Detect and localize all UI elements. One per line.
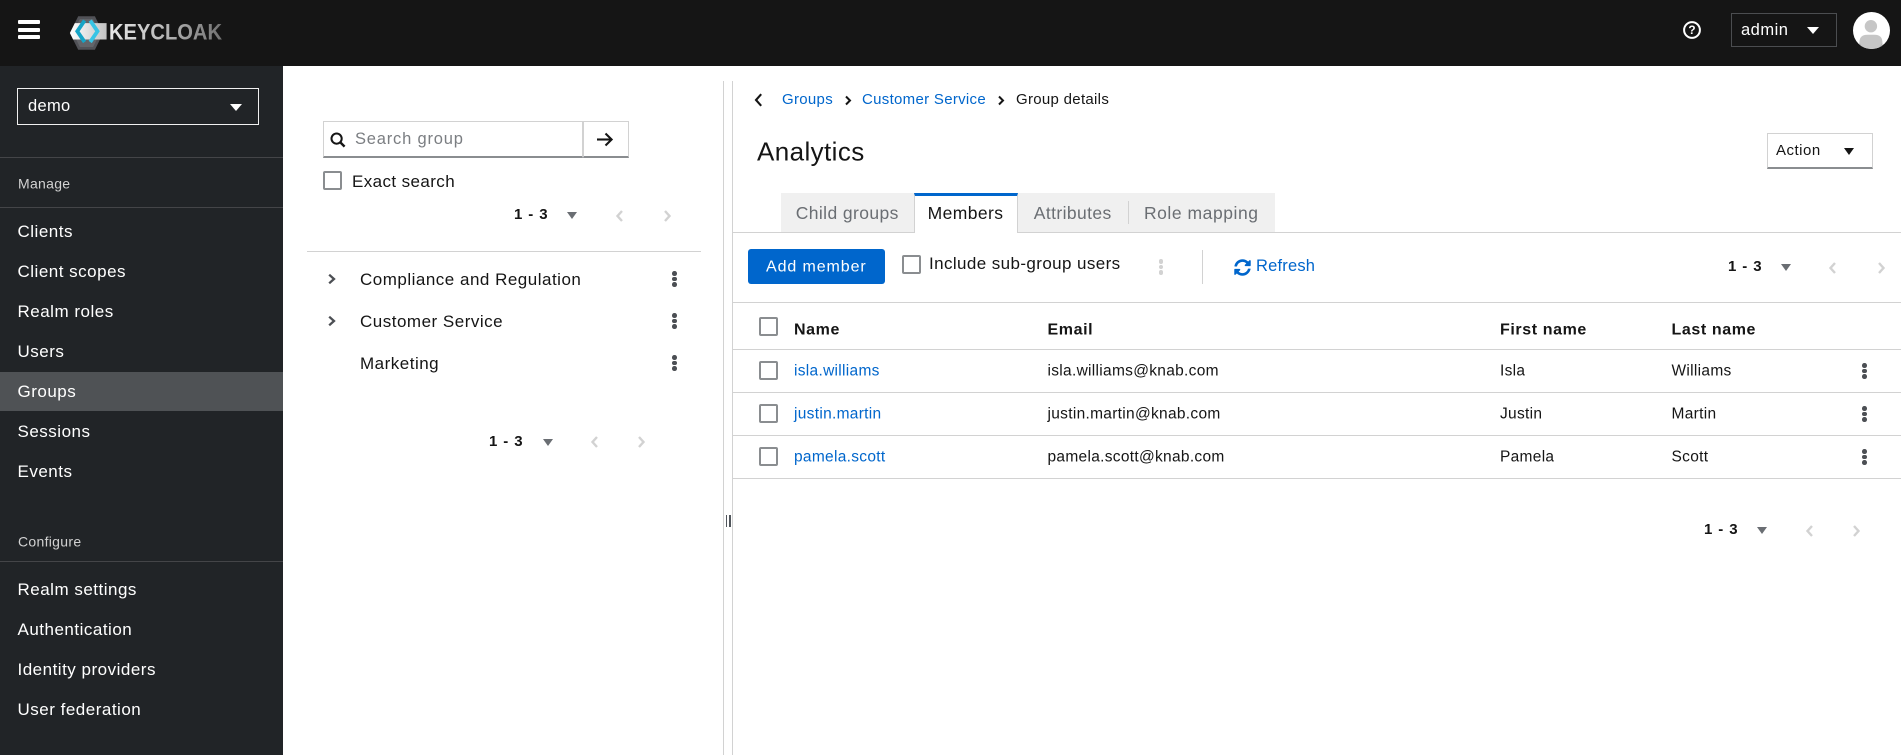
- svg-text:?: ?: [1688, 23, 1695, 37]
- svg-text:KEYCLOAK: KEYCLOAK: [109, 20, 222, 45]
